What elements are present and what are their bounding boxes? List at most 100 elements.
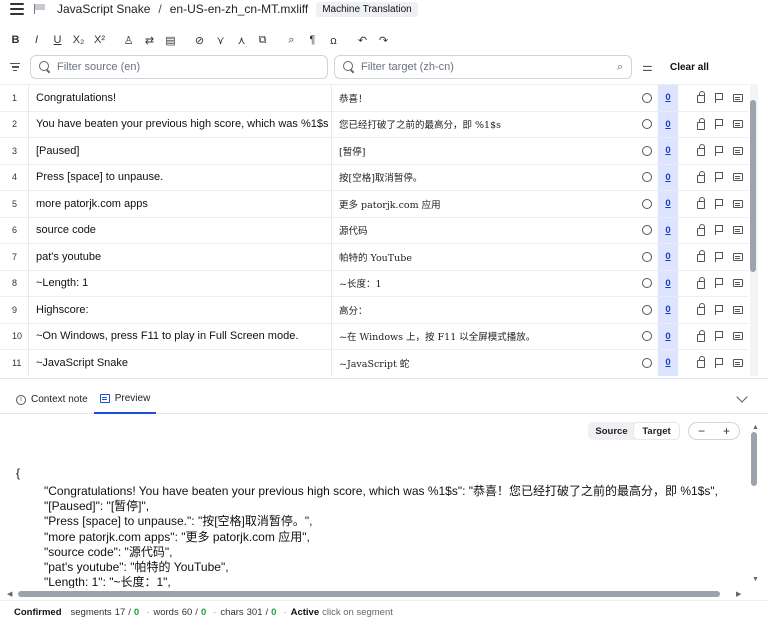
- undo-button[interactable]: ↶: [352, 31, 373, 49]
- source-filter[interactable]: [30, 55, 328, 79]
- segment-target[interactable]: 按[空格]取消暂停。: [332, 165, 636, 191]
- unconfirmed-circle-icon[interactable]: [642, 331, 652, 342]
- segment-source[interactable]: ~On Windows, press F11 to play in Full S…: [28, 323, 332, 349]
- segment-target[interactable]: 帕特的 YouTube: [332, 244, 636, 270]
- flag-icon[interactable]: [715, 225, 724, 236]
- segment-source[interactable]: Congratulations!: [28, 85, 332, 111]
- segment-source[interactable]: Press [space] to unpause.: [28, 164, 332, 190]
- italic-button[interactable]: I: [26, 31, 47, 49]
- redo-button[interactable]: ↷: [373, 31, 394, 49]
- segment-source[interactable]: [Paused]: [28, 138, 332, 164]
- merge-button[interactable]: ⋎: [210, 31, 231, 49]
- bold-button[interactable]: B: [5, 31, 26, 49]
- underline-button[interactable]: U: [47, 31, 68, 49]
- target-filter[interactable]: ⌕: [334, 55, 632, 79]
- segment-source[interactable]: ~Length: 1: [28, 270, 332, 296]
- comment-icon[interactable]: [733, 279, 743, 288]
- segment-match-count[interactable]: 0: [658, 191, 678, 217]
- segment-target[interactable]: ~JavaScript 蛇: [332, 350, 636, 376]
- split-button[interactable]: ⋏: [231, 31, 252, 49]
- scroll-right-arrow-icon[interactable]: ▶: [736, 590, 741, 598]
- swap-button[interactable]: ⇄: [139, 31, 160, 49]
- segment-status[interactable]: [636, 244, 658, 270]
- lock-icon[interactable]: [697, 91, 705, 104]
- notes-button[interactable]: ▤: [160, 31, 181, 49]
- segment-status[interactable]: [636, 218, 658, 244]
- tab-preview[interactable]: Preview: [93, 386, 157, 414]
- segment-match-count[interactable]: 0: [658, 85, 678, 111]
- segment-status[interactable]: [636, 138, 658, 164]
- comment-icon[interactable]: [733, 305, 743, 314]
- segment-match-count[interactable]: 0: [658, 217, 678, 243]
- segment-status[interactable]: [636, 297, 658, 323]
- lock-icon[interactable]: [697, 197, 705, 210]
- lock-icon[interactable]: [697, 250, 705, 263]
- grid-scrollbar-thumb[interactable]: [750, 100, 756, 272]
- tab-context-note[interactable]: i Context note: [10, 386, 94, 414]
- segment-match-count[interactable]: 0: [658, 297, 678, 323]
- table-row[interactable]: 11 ~JavaScript Snake ~JavaScript 蛇 0: [0, 349, 748, 376]
- segment-source[interactable]: Highscore:: [28, 297, 332, 323]
- comment-icon[interactable]: [733, 199, 743, 208]
- unconfirmed-circle-icon[interactable]: [642, 251, 652, 262]
- table-row[interactable]: 4 Press [space] to unpause. 按[空格]取消暂停。 0: [0, 163, 748, 191]
- preview-scrollbar-thumb[interactable]: [751, 432, 757, 486]
- find-replace-button[interactable]: ⌕: [281, 31, 302, 49]
- segment-target[interactable]: ~长度：1: [332, 271, 636, 297]
- comment-icon[interactable]: [733, 173, 743, 182]
- segment-target[interactable]: 更多 patorjk.com 应用: [332, 191, 636, 217]
- panel-divider[interactable]: [0, 378, 768, 379]
- segment-status[interactable]: [636, 112, 658, 138]
- table-row[interactable]: 6 source code 源代码 0: [0, 216, 748, 244]
- segment-target[interactable]: ~在 Windows 上，按 F11 以全屏模式播放。: [332, 324, 636, 350]
- segment-status[interactable]: [636, 350, 658, 376]
- table-row[interactable]: 2 You have beaten your previous high scor…: [0, 110, 748, 138]
- table-row[interactable]: 10 ~On Windows, press F11 to play in Full…: [0, 322, 748, 350]
- unconfirmed-circle-icon[interactable]: [642, 304, 652, 315]
- superscript-button[interactable]: X²: [89, 31, 110, 49]
- filter-icon[interactable]: [0, 62, 30, 73]
- lock-icon[interactable]: [697, 117, 705, 130]
- unconfirmed-circle-icon[interactable]: [642, 145, 652, 156]
- zoom-in-button[interactable]: +: [723, 424, 730, 438]
- scroll-left-arrow-icon[interactable]: ◀: [7, 590, 12, 598]
- segment-match-count[interactable]: 0: [658, 111, 678, 137]
- segment-match-count[interactable]: 0: [658, 138, 678, 164]
- flag-icon[interactable]: [715, 145, 724, 156]
- table-row[interactable]: 5 more patorjk.com apps 更多 patorjk.com 应用 0: [0, 190, 748, 217]
- unconfirmed-circle-icon[interactable]: [642, 225, 652, 236]
- toggle-target-button[interactable]: Target: [634, 423, 679, 439]
- lock-icon[interactable]: [697, 223, 705, 236]
- flag-icon[interactable]: [715, 92, 724, 103]
- comment-icon[interactable]: [733, 252, 743, 261]
- segment-status[interactable]: [636, 324, 658, 350]
- comment-icon[interactable]: [733, 120, 743, 129]
- comment-icon[interactable]: [733, 358, 743, 367]
- unconfirmed-circle-icon[interactable]: [642, 278, 652, 289]
- copy-source-button[interactable]: ⧉: [252, 31, 273, 49]
- spellcheck-button[interactable]: ꭥ: [323, 31, 344, 49]
- unconfirmed-circle-icon[interactable]: [642, 92, 652, 103]
- lock-icon[interactable]: [697, 144, 705, 157]
- comment-icon[interactable]: [733, 226, 743, 235]
- hamburger-menu-icon[interactable]: [10, 3, 24, 15]
- flag-icon[interactable]: [715, 278, 724, 289]
- pilcrow-button[interactable]: ¶: [302, 31, 323, 49]
- scroll-up-arrow-icon[interactable]: ▲: [752, 424, 759, 431]
- unconfirmed-circle-icon[interactable]: [642, 357, 652, 368]
- segment-match-count[interactable]: 0: [658, 350, 678, 376]
- lock-icon[interactable]: [697, 276, 705, 289]
- segment-status[interactable]: [636, 271, 658, 297]
- preview-hscrollbar-thumb[interactable]: [18, 591, 720, 597]
- segment-target[interactable]: 高分：: [332, 297, 636, 323]
- flag-icon[interactable]: [715, 304, 724, 315]
- segment-status[interactable]: [636, 165, 658, 191]
- unconfirmed-circle-icon[interactable]: [642, 119, 652, 130]
- lock-icon[interactable]: [697, 303, 705, 316]
- unconfirmed-circle-icon[interactable]: [642, 198, 652, 209]
- segment-match-count[interactable]: 0: [658, 244, 678, 270]
- flag-icon[interactable]: [715, 172, 724, 183]
- toggle-source-button[interactable]: Source: [589, 423, 634, 439]
- segment-match-count[interactable]: 0: [658, 164, 678, 190]
- segment-target[interactable]: 您已经打破了之前的最高分，即 %1$s: [332, 112, 636, 138]
